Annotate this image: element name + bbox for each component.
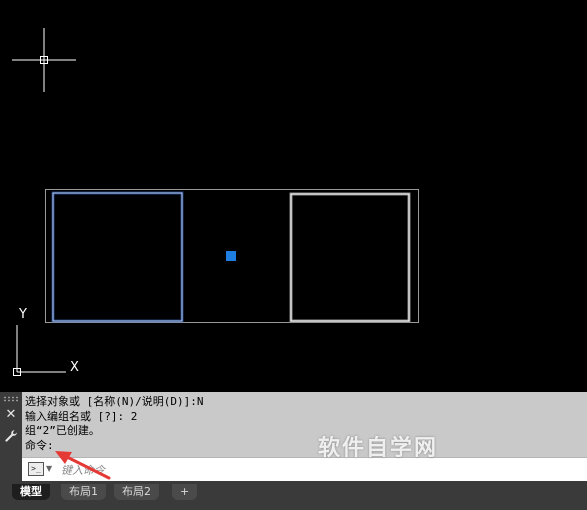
tab-layout2[interactable]: 布局2	[114, 484, 159, 500]
tab-layout1[interactable]: 布局1	[61, 484, 106, 500]
tab-model[interactable]: 模型	[12, 484, 50, 500]
annotation-arrow	[55, 451, 111, 480]
add-layout-button[interactable]: +	[172, 484, 198, 500]
layout-tab-bar: 模型 布局1 布局2 +	[0, 481, 587, 510]
